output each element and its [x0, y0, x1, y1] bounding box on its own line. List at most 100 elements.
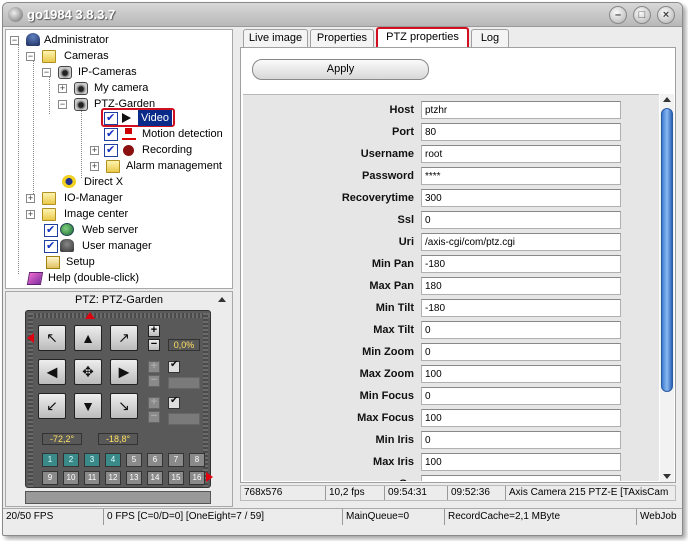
preset-button-13[interactable]: 13 [126, 471, 142, 485]
scroll-down-icon[interactable] [663, 474, 671, 479]
zoom-in-button[interactable]: + [148, 325, 160, 337]
tree-item-administrator[interactable]: − Administrator [10, 32, 109, 48]
property-value-input[interactable]: 0 [421, 321, 621, 339]
tree-item-help[interactable]: Help (double-click) [26, 270, 139, 286]
property-value-input[interactable]: 0 [421, 343, 621, 361]
property-value-input[interactable] [421, 475, 621, 481]
checkbox-checked-icon[interactable] [44, 238, 58, 254]
property-value-input[interactable]: -180 [421, 299, 621, 317]
auto-focus-checkbox[interactable] [168, 359, 180, 373]
iris-minus-button[interactable]: − [148, 411, 160, 423]
preset-button-10[interactable]: 10 [63, 471, 79, 485]
preset-button-15[interactable]: 15 [168, 471, 184, 485]
focus-minus-button[interactable]: − [148, 375, 160, 387]
preset-button-14[interactable]: 14 [147, 471, 163, 485]
expand-icon[interactable]: + [58, 84, 67, 93]
expand-icon[interactable]: + [26, 210, 35, 219]
tree-item-io-manager[interactable]: + IO-Manager [26, 190, 123, 206]
tree-item-recording[interactable]: + Recording [90, 142, 192, 158]
collapse-icon[interactable]: − [10, 36, 19, 45]
tree-item-direct-x[interactable]: Direct X [62, 174, 123, 190]
tab-ptz-properties[interactable]: PTZ properties [376, 27, 469, 48]
preset-button-6[interactable]: 6 [147, 453, 163, 467]
pan-slider-track[interactable] [28, 313, 210, 318]
ptz-down-right-button[interactable]: ↘ [110, 393, 138, 419]
preset-button-9[interactable]: 9 [42, 471, 58, 485]
minimize-button[interactable]: – [609, 6, 627, 24]
tree-item-user-manager[interactable]: User manager [44, 238, 152, 254]
apply-button[interactable]: Apply [252, 59, 429, 80]
expand-icon[interactable]: + [90, 162, 99, 171]
tree-item-ip-cameras[interactable]: − IP-Cameras [42, 64, 137, 80]
ptz-up-left-button[interactable]: ↖ [38, 325, 66, 351]
focus-plus-button[interactable]: + [148, 361, 160, 373]
title-bar[interactable]: go1984 3.8.3.7 – □ × [3, 3, 682, 27]
property-value-input[interactable]: 100 [421, 453, 621, 471]
preset-button-5[interactable]: 5 [126, 453, 142, 467]
zoom-position-marker[interactable] [206, 472, 213, 482]
scroll-up-icon[interactable] [663, 97, 671, 102]
preset-button-1[interactable]: 1 [42, 453, 58, 467]
tree-item-setup[interactable]: Setup [44, 254, 95, 270]
preset-button-3[interactable]: 3 [84, 453, 100, 467]
scroll-thumb[interactable] [661, 108, 673, 392]
property-value-input[interactable]: root [421, 145, 621, 163]
collapse-icon[interactable]: − [42, 68, 51, 77]
tree-item-motion-detection[interactable]: Motion detection [104, 126, 223, 142]
property-label: Min Focus [359, 390, 414, 402]
tab-log[interactable]: Log [471, 29, 509, 48]
preset-button-12[interactable]: 12 [105, 471, 121, 485]
checkbox-checked-icon[interactable] [104, 142, 118, 158]
property-value-input[interactable]: ptzhr [421, 101, 621, 119]
tree-item-video[interactable]: Video [104, 110, 172, 126]
preset-button-7[interactable]: 7 [168, 453, 184, 467]
property-value-input[interactable]: 100 [421, 409, 621, 427]
tilt-position-marker[interactable] [27, 333, 34, 343]
auto-iris-checkbox[interactable] [168, 395, 180, 409]
property-value-input[interactable]: 0 [421, 211, 621, 229]
tab-properties[interactable]: Properties [310, 29, 374, 48]
pan-position-marker[interactable] [85, 312, 95, 319]
tree-item-my-camera[interactable]: + My camera [58, 80, 148, 96]
preset-button-4[interactable]: 4 [105, 453, 121, 467]
checkbox-checked-icon[interactable] [44, 222, 58, 238]
ptz-down-button[interactable]: ▼ [74, 393, 102, 419]
ptz-right-button[interactable]: ▶ [110, 359, 138, 385]
checkbox-checked-icon[interactable] [104, 126, 118, 142]
tree-item-cameras[interactable]: − Cameras [26, 48, 109, 64]
property-value-input[interactable]: 100 [421, 365, 621, 383]
property-scrollbar[interactable] [660, 94, 674, 482]
property-value-input[interactable]: 80 [421, 123, 621, 141]
expand-icon[interactable]: + [90, 146, 99, 155]
preset-button-2[interactable]: 2 [63, 453, 79, 467]
tab-live-image[interactable]: Live image [243, 29, 308, 48]
property-value-input[interactable]: 180 [421, 277, 621, 295]
collapse-panel-icon[interactable] [218, 297, 226, 302]
ptz-up-button[interactable]: ▲ [74, 325, 102, 351]
close-button[interactable]: × [657, 6, 675, 24]
ptz-down-left-button[interactable]: ↙ [38, 393, 66, 419]
property-value-input[interactable]: 300 [421, 189, 621, 207]
tree-item-web-server[interactable]: Web server [44, 222, 138, 238]
preset-button-11[interactable]: 11 [84, 471, 100, 485]
ptz-up-right-button[interactable]: ↗ [110, 325, 138, 351]
zoom-out-button[interactable]: − [148, 339, 160, 351]
iris-plus-button[interactable]: + [148, 397, 160, 409]
property-value-input[interactable]: -180 [421, 255, 621, 273]
property-row: Host ptzhr [243, 99, 659, 121]
property-value-input[interactable]: /axis-cgi/com/ptz.cgi [421, 233, 621, 251]
collapse-icon[interactable]: − [26, 52, 35, 61]
expand-icon[interactable]: + [26, 194, 35, 203]
ptz-left-button[interactable]: ◀ [38, 359, 66, 385]
ptz-home-button[interactable]: ✥ [74, 359, 102, 385]
property-value-input[interactable]: **** [421, 167, 621, 185]
property-value-input[interactable]: 0 [421, 387, 621, 405]
preset-button-8[interactable]: 8 [189, 453, 205, 467]
tree-item-image-center[interactable]: + Image center [26, 206, 128, 222]
maximize-button[interactable]: □ [633, 6, 651, 24]
property-value-input[interactable]: 0 [421, 431, 621, 449]
collapse-icon[interactable]: − [58, 100, 67, 109]
checkbox-checked-icon[interactable] [104, 110, 118, 126]
tree-item-alarm-management[interactable]: + Alarm management [90, 158, 222, 174]
preset-button-16[interactable]: 16 [189, 471, 205, 485]
